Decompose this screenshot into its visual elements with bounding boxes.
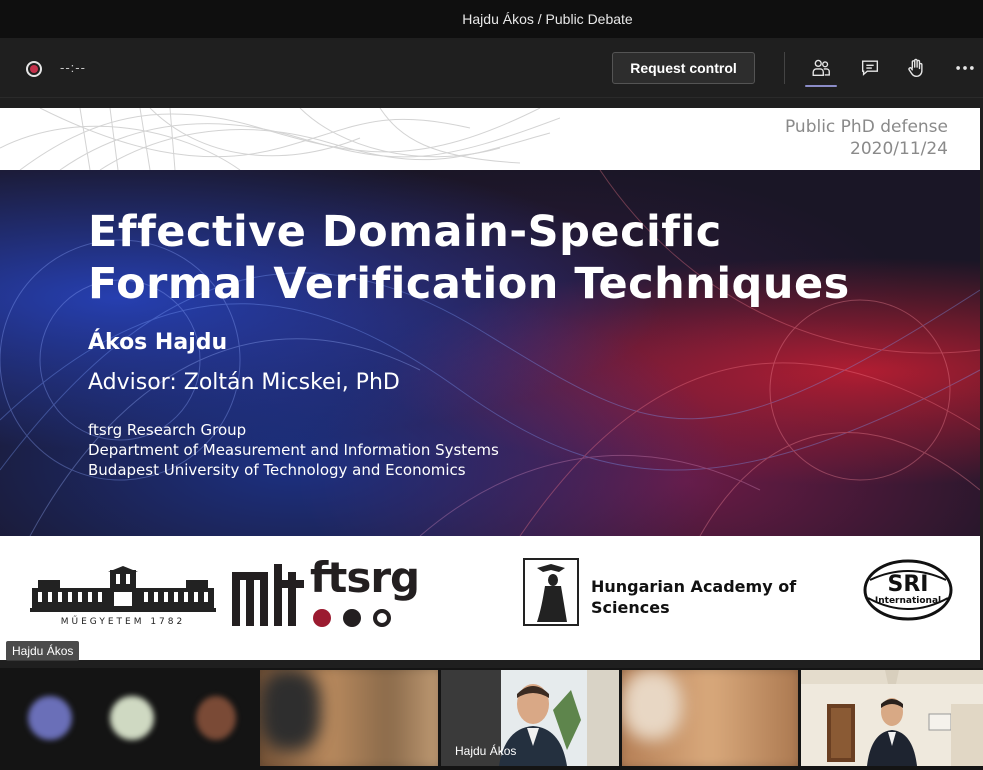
decorative-sketch — [0, 108, 560, 170]
meeting-toolbar: --:-- Request control — [0, 38, 983, 98]
participant-video-tile[interactable] — [622, 670, 798, 766]
participant-video-tile-featured[interactable]: Hajdu Ákos — [441, 670, 619, 766]
participant-strip: Hajdu Ákos — [0, 668, 983, 770]
mta-name-line-1: Hungarian Academy of — [591, 577, 797, 596]
ftsrg-wordmark: ftsrg — [310, 553, 420, 602]
participant-avatar[interactable] — [196, 696, 236, 740]
participant-name: Hajdu Ákos — [455, 744, 517, 758]
participant-avatar[interactable] — [28, 696, 72, 740]
raise-hand-icon[interactable] — [902, 54, 930, 82]
mta-name-line-2: Sciences — [591, 598, 670, 617]
slide-title: Effective Domain-Specific Formal Verific… — [88, 206, 850, 310]
affiliation-line-1: ftsrg Research Group — [88, 421, 247, 439]
slide-hero: Effective Domain-Specific Formal Verific… — [0, 170, 980, 536]
sri-wordmark: SRI — [888, 572, 929, 597]
defense-title: Public PhD defense — [784, 117, 948, 137]
slide-logo-band: MŰEGYETEM 1782 mit ftsrg — [0, 536, 980, 660]
affiliation-line-3: Budapest University of Technology and Ec… — [88, 461, 466, 479]
participant-avatar[interactable] — [110, 696, 154, 740]
window-title-bar: Hajdu Ákos / Public Debate — [0, 0, 983, 38]
defense-date: 2020/11/24 — [850, 139, 948, 159]
participant-video-feed — [801, 670, 983, 766]
participants-icon[interactable] — [807, 54, 835, 82]
ftsrg-logo: ftsrg — [310, 554, 440, 644]
request-control-button[interactable]: Request control — [612, 52, 755, 84]
participants-active-indicator — [805, 85, 837, 87]
participant-video-tile[interactable] — [801, 670, 983, 766]
slide-author: Ákos Hajdu — [88, 330, 228, 355]
slide-title-line-2: Formal Verification Techniques — [88, 259, 850, 309]
presenter-name-tag: Hajdu Ákos — [6, 641, 80, 661]
more-options-icon[interactable] — [951, 54, 979, 82]
sri-subtitle: International — [875, 596, 941, 606]
slide-header: Public PhD defense 2020/11/24 — [0, 108, 980, 170]
mta-name: Hungarian Academy of Sciences — [591, 576, 796, 618]
sri-logo: SRI International — [863, 559, 953, 621]
affiliation-line-2: Department of Measurement and Informatio… — [88, 441, 499, 459]
mit-logo: mit — [232, 564, 304, 626]
shared-screen-slide: Public PhD defense 2020/11/24 Effective … — [0, 108, 980, 660]
participant-video-tile[interactable] — [260, 670, 438, 766]
slide-title-line-1: Effective Domain-Specific — [88, 207, 722, 257]
bme-logo: MŰEGYETEM 1782 — [30, 566, 216, 626]
defense-label: Public PhD defense 2020/11/24 — [785, 116, 948, 160]
mta-logo — [523, 558, 579, 626]
window-title: Hajdu Ákos / Public Debate — [462, 11, 633, 27]
slide-advisor: Advisor: Zoltán Micskei, PhD — [88, 370, 400, 395]
bme-caption: MŰEGYETEM 1782 — [61, 616, 185, 626]
meeting-timer: --:-- — [60, 60, 86, 75]
ftsrg-dots — [313, 609, 391, 627]
slide-affiliation: ftsrg Research Group Department of Measu… — [88, 420, 499, 480]
chat-icon[interactable] — [856, 54, 884, 82]
record-icon — [26, 61, 42, 77]
toolbar-divider — [784, 52, 785, 84]
